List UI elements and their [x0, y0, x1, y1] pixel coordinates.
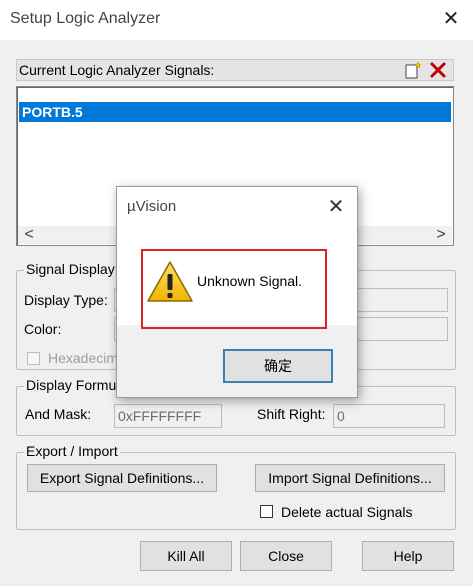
scroll-right-icon[interactable]: >	[432, 226, 450, 244]
signals-label: Current Logic Analyzer Signals:	[19, 62, 215, 78]
and-mask-input[interactable]: 0xFFFFFFFF	[114, 404, 222, 428]
color-select-right[interactable]	[356, 317, 448, 341]
dialog-message: Unknown Signal.	[197, 273, 303, 289]
close-button[interactable]: Close	[240, 541, 332, 571]
delete-signal-icon[interactable]	[428, 60, 448, 80]
scroll-left-icon[interactable]: <	[20, 226, 38, 244]
hexadecimal-checkbox[interactable]	[27, 352, 40, 365]
import-signal-definitions-button[interactable]: Import Signal Definitions...	[255, 464, 445, 492]
signals-header: Current Logic Analyzer Signals:	[16, 59, 454, 81]
and-mask-label: And Mask:	[25, 406, 92, 422]
shift-right-input[interactable]: 0	[333, 404, 445, 428]
shift-right-label: Shift Right:	[257, 406, 326, 422]
message-dialog: µVision ✕ Unknown Signal. 确定	[116, 186, 358, 398]
display-formula-legend: Display Formula	[24, 377, 130, 393]
window-close-button[interactable]: ✕	[436, 4, 466, 34]
dialog-title: µVision	[127, 198, 177, 215]
signal-display-legend: Signal Display	[24, 261, 117, 277]
warning-icon	[145, 259, 195, 305]
display-type-label: Display Type:	[24, 292, 108, 308]
window-title: Setup Logic Analyzer	[10, 10, 161, 27]
ok-button[interactable]: 确定	[223, 349, 333, 383]
export-signal-definitions-button[interactable]: Export Signal Definitions...	[27, 464, 217, 492]
new-signal-icon[interactable]	[403, 61, 423, 79]
dialog-close-button[interactable]: ✕	[321, 193, 351, 221]
display-type-select-right[interactable]	[356, 288, 448, 312]
dialog-title-bar: µVision ✕	[117, 187, 357, 227]
kill-all-button[interactable]: Kill All	[140, 541, 232, 571]
delete-actual-signals-checkbox[interactable]	[260, 505, 273, 518]
hexadecimal-label: Hexadecim	[48, 350, 119, 366]
list-item[interactable]: PORTB.5	[19, 102, 451, 122]
color-label: Color:	[24, 321, 62, 337]
help-button[interactable]: Help	[362, 541, 454, 571]
title-bar: Setup Logic Analyzer ✕	[0, 0, 473, 40]
export-import-legend: Export / Import	[24, 443, 120, 459]
delete-actual-signals-label: Delete actual Signals	[281, 504, 413, 520]
